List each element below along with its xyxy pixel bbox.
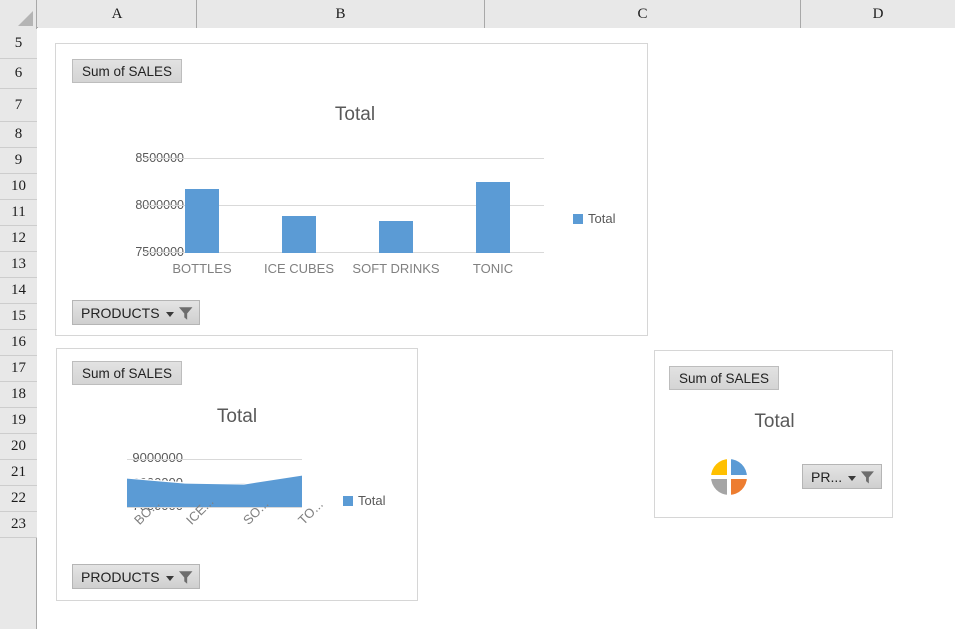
- row-header-19[interactable]: 19: [0, 408, 37, 434]
- legend-label-total: Total: [358, 493, 386, 508]
- field-filter-button-label: PRODUCTS: [81, 304, 160, 321]
- row-header-12[interactable]: 12: [0, 226, 37, 252]
- row-header-22[interactable]: 22: [0, 486, 37, 512]
- row-header-8[interactable]: 8: [0, 122, 37, 148]
- category-label-bottles: BOTTLES: [172, 261, 232, 276]
- pivot-chart-bar[interactable]: Sum of SALES Total 8500000 8000000 75000…: [55, 43, 648, 336]
- spreadsheet-canvas: A B C D 5 6 7 8 9 10 11 12 13 14 15 16 1…: [0, 0, 955, 629]
- chart-legend: Total: [343, 493, 385, 508]
- column-header-a[interactable]: A: [38, 0, 197, 28]
- gridline-8500000: [144, 158, 544, 159]
- field-filter-button-label: PR...: [811, 468, 843, 485]
- column-header-b[interactable]: B: [197, 0, 485, 28]
- row-header-13[interactable]: 13: [0, 252, 37, 278]
- chevron-down-icon[interactable]: [165, 575, 174, 581]
- row-header-17[interactable]: 17: [0, 356, 37, 382]
- row-header-15[interactable]: 15: [0, 304, 37, 330]
- pie-slice-1: [711, 459, 729, 477]
- bar-bottles[interactable]: [185, 189, 219, 253]
- row-header-23[interactable]: 23: [0, 512, 37, 538]
- legend-label-total: Total: [588, 211, 616, 226]
- pivot-chart-area[interactable]: Sum of SALES Total 9000000 8000000 70000…: [56, 348, 418, 601]
- category-label-tonic: TONIC: [472, 261, 514, 276]
- category-label-soft-drinks: SOFT DRINKS: [352, 261, 440, 276]
- value-field-button-label: Sum of SALES: [81, 63, 173, 79]
- row-header-9[interactable]: 9: [0, 148, 37, 174]
- pie-slice-3: [729, 477, 747, 495]
- chevron-down-icon[interactable]: [848, 475, 857, 481]
- funnel-icon[interactable]: [860, 469, 875, 485]
- value-field-button-label: Sum of SALES: [678, 370, 770, 386]
- chart-title: Total: [334, 104, 376, 125]
- row-header-18[interactable]: 18: [0, 382, 37, 408]
- row-header-16[interactable]: 16: [0, 330, 37, 356]
- field-filter-button-products[interactable]: PRODUCTS: [72, 300, 200, 325]
- value-field-button-sum-of-sales[interactable]: Sum of SALES: [72, 59, 182, 83]
- column-header-d[interactable]: D: [801, 0, 955, 28]
- field-filter-button-label: PRODUCTS: [81, 568, 160, 585]
- row-header-10[interactable]: 10: [0, 174, 37, 200]
- funnel-icon[interactable]: [178, 305, 193, 321]
- funnel-icon[interactable]: [178, 569, 193, 585]
- value-field-button-sum-of-sales[interactable]: Sum of SALES: [669, 366, 779, 390]
- pie-chart-graphic[interactable]: [710, 458, 748, 496]
- pie-slice-2: [729, 459, 747, 477]
- pie-slice-4: [711, 477, 729, 495]
- field-filter-button-products[interactable]: PR...: [802, 464, 882, 489]
- row-header-14[interactable]: 14: [0, 278, 37, 304]
- chevron-down-icon[interactable]: [165, 311, 174, 317]
- bar-soft-drinks[interactable]: [379, 221, 413, 253]
- row-header-6[interactable]: 6: [0, 59, 37, 89]
- select-all-triangle-icon: [18, 11, 33, 26]
- bar-ice-cubes[interactable]: [282, 216, 316, 253]
- row-header-21[interactable]: 21: [0, 460, 37, 486]
- pivot-chart-pie[interactable]: Sum of SALES Total PR...: [654, 350, 893, 518]
- row-header-20[interactable]: 20: [0, 434, 37, 460]
- chart-title: Total: [754, 411, 795, 432]
- legend-swatch-total: [573, 213, 583, 224]
- column-header-c[interactable]: C: [485, 0, 801, 28]
- row-header-5[interactable]: 5: [0, 29, 37, 59]
- field-filter-button-products[interactable]: PRODUCTS: [72, 564, 200, 589]
- legend-swatch-total: [343, 495, 353, 506]
- row-header-11[interactable]: 11: [0, 200, 37, 226]
- category-label-ice-cubes: ICE CUBES: [263, 261, 335, 276]
- row-header-7[interactable]: 7: [0, 89, 37, 122]
- chart-title: Total: [216, 406, 258, 427]
- select-all-corner[interactable]: [0, 0, 37, 28]
- value-field-button-sum-of-sales[interactable]: Sum of SALES: [72, 361, 182, 385]
- bar-tonic[interactable]: [476, 182, 510, 253]
- value-field-button-label: Sum of SALES: [81, 365, 173, 381]
- chart-legend: Total: [573, 211, 615, 226]
